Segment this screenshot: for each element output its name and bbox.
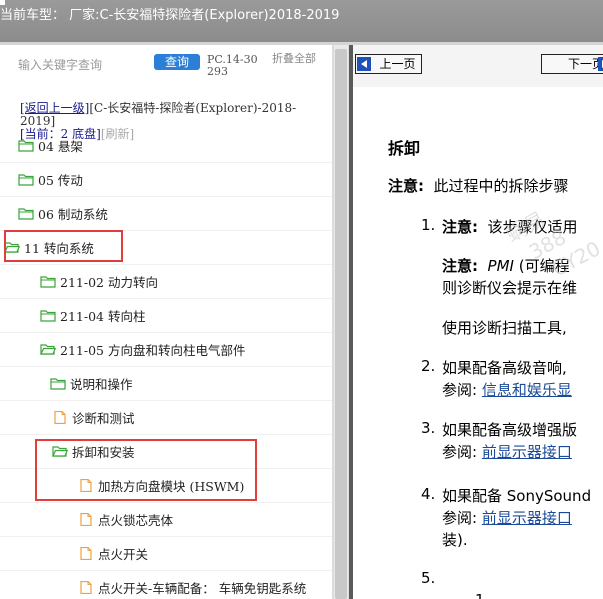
tree-item-label: 诊断和测试 xyxy=(72,411,135,426)
ref-label: 参阅: xyxy=(442,381,478,399)
doc-note: 注意: 此过程中的拆除步骤 xyxy=(388,175,569,196)
tree-item[interactable]: 说明和操作 xyxy=(0,367,332,401)
folder-icon xyxy=(50,377,66,390)
tree-item-label: 211-02 动力转向 xyxy=(60,275,158,290)
document-icon xyxy=(52,411,68,424)
folder-icon xyxy=(18,173,34,186)
collapse-all-link[interactable]: 折叠全部 xyxy=(272,53,316,65)
step-number: 1. xyxy=(421,216,436,234)
tree-item-label: 06 制动系统 xyxy=(38,207,108,222)
tree-item[interactable]: 诊断和测试 xyxy=(0,401,332,435)
doc-heading: 拆卸 xyxy=(388,139,421,158)
folder-icon xyxy=(18,139,34,152)
prev-page-button[interactable]: 上一页 xyxy=(355,54,422,74)
highlight-box-removal xyxy=(35,439,257,501)
note-label: 注意: xyxy=(388,177,424,195)
folder-icon xyxy=(40,309,56,322)
tree-item-label: 211-04 转向柱 xyxy=(60,309,146,324)
folder-icon xyxy=(40,275,56,288)
step4-ref-link[interactable]: 前显示器接口 xyxy=(482,509,572,527)
next-page-button[interactable]: 下一页 xyxy=(541,54,603,74)
highlight-box-steering xyxy=(4,230,123,262)
step-number: 4. xyxy=(421,485,436,503)
back-link[interactable]: [返回上一级] xyxy=(20,101,89,115)
tree-item[interactable]: 点火锁芯壳体 xyxy=(0,503,332,537)
document-icon xyxy=(78,581,94,594)
scrollbar-thumb[interactable] xyxy=(335,49,347,599)
query-button[interactable]: 查询 xyxy=(154,54,200,70)
tree-item-label: 点火开关 xyxy=(98,547,149,562)
folder-icon xyxy=(18,207,34,220)
step1-note-label: 注意: xyxy=(442,257,478,275)
step1-line3: 使用诊断扫描工具, xyxy=(442,319,567,337)
ref-label: 参阅: xyxy=(442,443,478,461)
tree-item-label: 点火开关-车辆配备： 车辆免钥匙系统 xyxy=(98,581,307,596)
step4-ref: 参阅: 前显示器接口 xyxy=(442,507,572,528)
document-icon xyxy=(78,513,94,526)
tree-item[interactable]: 点火开关-车辆配备： 车辆免钥匙系统 xyxy=(0,571,332,599)
tree-item-label: 点火锁芯壳体 xyxy=(98,513,174,528)
step4-line3: 装). xyxy=(442,531,468,549)
ref-label: 参阅: xyxy=(442,509,478,527)
step-number: 5. xyxy=(421,569,436,587)
step2-ref: 参阅: 信息和娱乐显 xyxy=(442,379,572,400)
tree-item[interactable]: 211-02 动力转向 xyxy=(0,265,332,299)
search-row: 查询 PC.14-30293 折叠全部 xyxy=(0,45,332,87)
step2-ref-link[interactable]: 信息和娱乐显 xyxy=(482,381,572,399)
document-panel: 上一页 下一页 拆卸 注意: 此过程中的拆除步骤 1. 注意: 该步骤仅适用 注… xyxy=(353,45,603,599)
arrow-left-icon xyxy=(357,57,371,71)
step-number: 3. xyxy=(421,419,436,437)
tree-item[interactable]: 04 悬架 xyxy=(0,129,332,163)
tree-item[interactable]: 211-05 方向盘和转向柱电气部件 xyxy=(0,333,332,367)
step-number: 2. xyxy=(421,357,436,375)
folder-open-icon xyxy=(40,343,56,356)
title-bar: 当前车型： 厂家:C-长安福特探险者(Explorer)2018-2019 xyxy=(0,0,603,42)
arrow-right-icon xyxy=(598,57,603,71)
tree-item-label: 211-05 方向盘和转向柱电气部件 xyxy=(60,343,246,358)
pager-bar: 上一页 下一页 xyxy=(353,45,603,87)
prev-page-label: 上一页 xyxy=(379,57,416,71)
tree-item[interactable]: 05 传动 xyxy=(0,163,332,197)
note-text: 此过程中的拆除步骤 xyxy=(433,177,569,195)
tree-scrollbar[interactable] xyxy=(334,45,348,599)
version-label: PC.14-30293 xyxy=(207,53,258,78)
step3-ref: 参阅: 前显示器接口 xyxy=(442,441,572,462)
category-tree: 04 悬架 05 传动 06 制动系统 11 转向系统 211-02 动力转向 211-0… xyxy=(0,129,332,599)
step1-label: 注意: xyxy=(442,218,478,236)
left-tree-panel: 查询 PC.14-30293 折叠全部 [返回上一级][C-长安福特-探险者(E… xyxy=(0,45,332,599)
step3-text: 如果配备高级增强版 xyxy=(442,421,578,439)
tree-item[interactable]: 点火开关 xyxy=(0,537,332,571)
pmi-label: PMI xyxy=(487,257,514,275)
tree-item[interactable]: 06 制动系统 xyxy=(0,197,332,231)
tree-item-label: 04 悬架 xyxy=(38,139,83,154)
window-title: 当前车型： 厂家:C-长安福特探险者(Explorer)2018-2019 xyxy=(0,8,340,23)
tree-item[interactable]: 211-04 转向柱 xyxy=(0,299,332,333)
document-icon xyxy=(78,547,94,560)
tree-item-label: 说明和操作 xyxy=(70,377,133,392)
search-input[interactable] xyxy=(18,54,148,76)
document-content: 拆卸 注意: 此过程中的拆除步骤 1. 注意: 该步骤仅适用 注意: PMI (… xyxy=(353,87,603,599)
step4-text: 如果配备 SonySound xyxy=(442,487,592,505)
step2-text: 如果配备高级音响, xyxy=(442,359,567,377)
step5-sub: 1 xyxy=(475,591,485,599)
tree-item-label: 05 传动 xyxy=(38,173,83,188)
step3-ref-link[interactable]: 前显示器接口 xyxy=(482,443,572,461)
